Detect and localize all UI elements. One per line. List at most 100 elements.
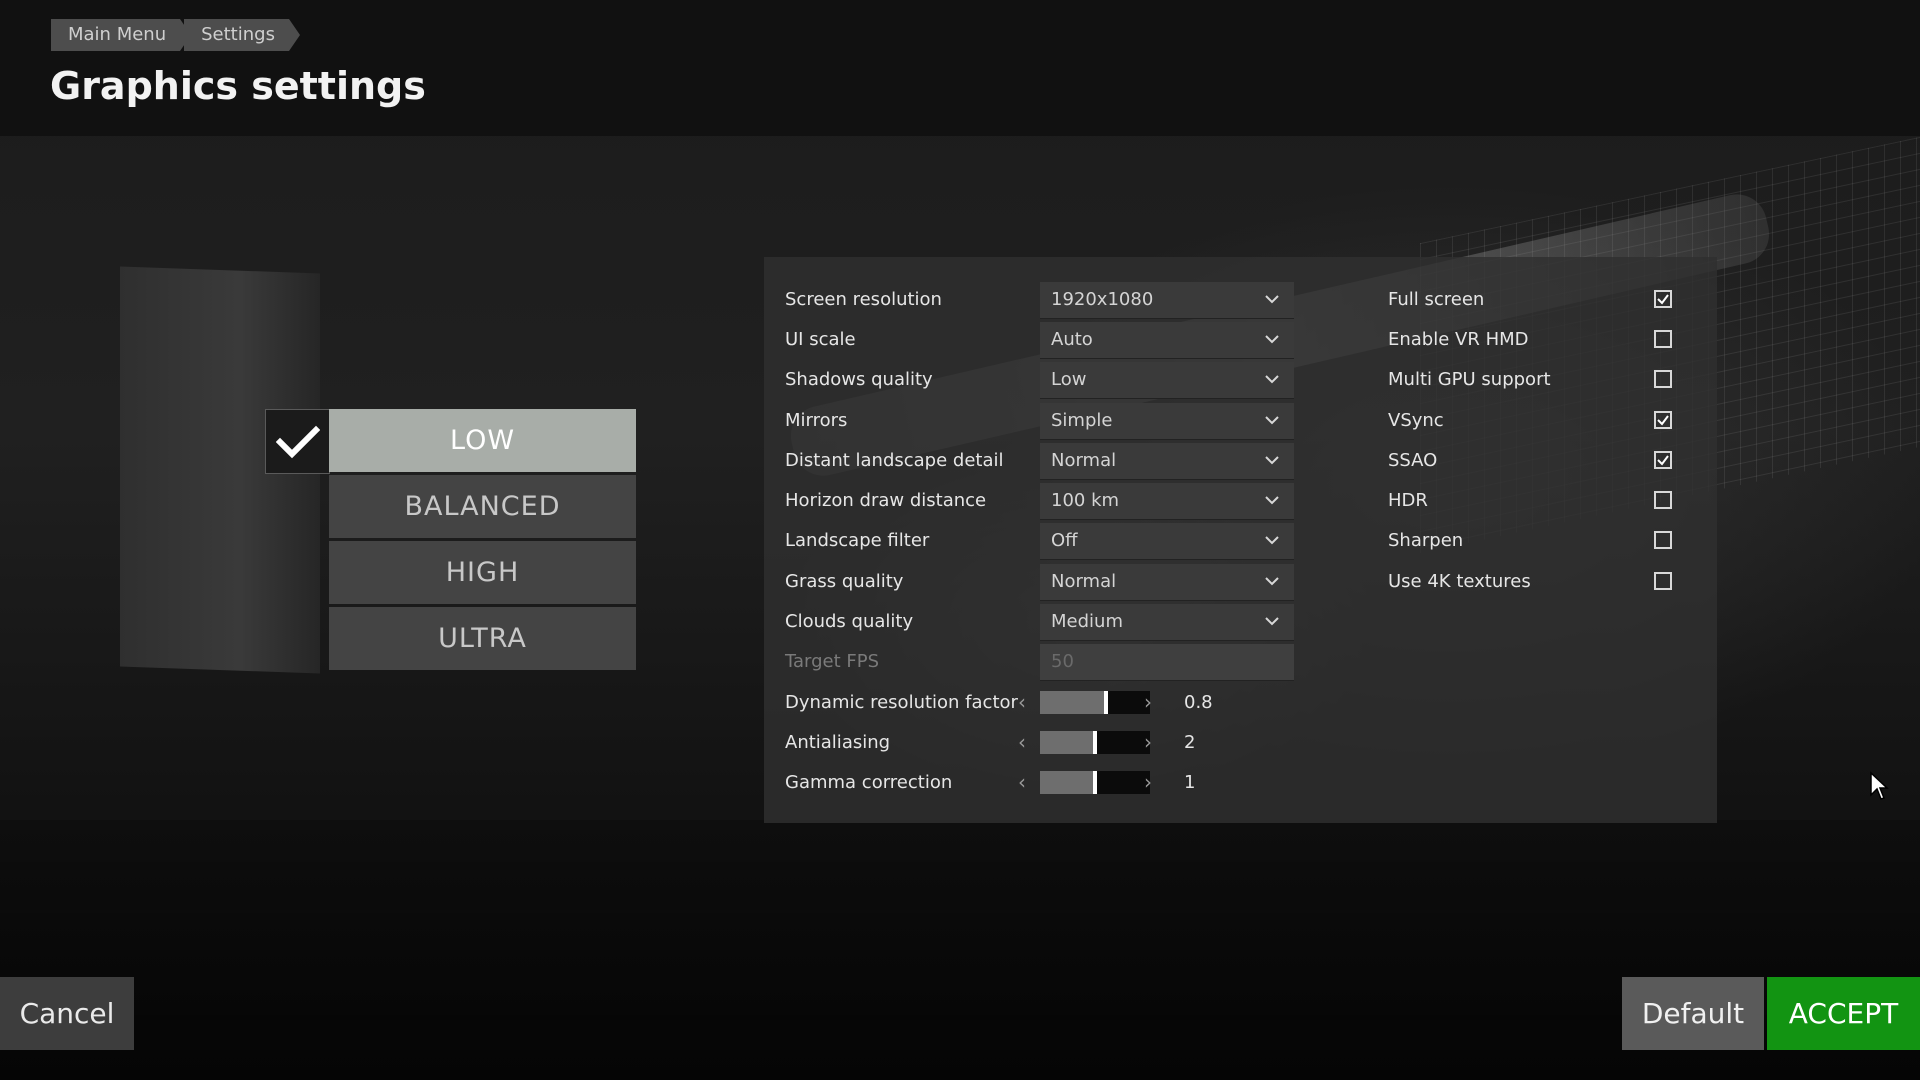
checkmark-icon — [1657, 415, 1669, 426]
preset-ultra-button[interactable]: ULTRA — [329, 607, 636, 670]
preset-selected-indicator — [265, 409, 330, 474]
setting-row-full-screen: Full screen — [1388, 282, 1698, 318]
chevron-right-icon[interactable]: › — [1144, 725, 1152, 759]
dropdown-value: 1920x1080 — [1051, 289, 1154, 310]
setting-label: Antialiasing — [785, 732, 891, 753]
clouds-quality-dropdown[interactable]: Medium — [1040, 604, 1294, 641]
slider-track[interactable] — [1040, 731, 1150, 754]
dropdown-value: Off — [1051, 530, 1078, 551]
chevron-down-icon — [1265, 617, 1279, 626]
chevron-down-icon — [1265, 456, 1279, 465]
chevron-down-icon — [1265, 577, 1279, 586]
setting-label: UI scale — [785, 329, 856, 350]
screen-resolution-dropdown[interactable]: 1920x1080 — [1040, 282, 1294, 319]
chevron-left-icon[interactable]: ‹ — [1018, 765, 1026, 799]
cancel-button[interactable]: Cancel — [0, 977, 134, 1050]
setting-row-sharpen: Sharpen — [1388, 523, 1698, 559]
checkmark-icon — [1657, 294, 1669, 305]
chevron-down-icon — [1265, 335, 1279, 344]
setting-label: Dynamic resolution factor — [785, 692, 1018, 713]
chevron-down-icon — [1265, 416, 1279, 425]
dropdown-value: Auto — [1051, 329, 1093, 350]
setting-row-shadows-quality: Shadows quality Low — [785, 362, 1294, 399]
checkbox-label: VSync — [1388, 410, 1444, 431]
hdr-checkbox[interactable] — [1654, 491, 1672, 509]
landscape-filter-dropdown[interactable]: Off — [1040, 523, 1294, 560]
setting-label: Clouds quality — [785, 611, 914, 632]
dropdown-value: Simple — [1051, 410, 1113, 431]
multi-gpu-support-checkbox[interactable] — [1654, 370, 1672, 388]
setting-row-enable-vr-hmd: Enable VR HMD — [1388, 322, 1698, 358]
slider-fill — [1040, 771, 1095, 794]
shadows-quality-dropdown[interactable]: Low — [1040, 362, 1294, 399]
chevron-right-icon[interactable]: › — [1144, 685, 1152, 719]
page-title: Graphics settings — [50, 64, 426, 108]
slider-value: 1 — [1184, 772, 1196, 793]
checkbox-label: Multi GPU support — [1388, 369, 1551, 390]
slider-thumb[interactable] — [1093, 731, 1097, 754]
setting-label: Target FPS — [785, 651, 880, 672]
setting-row-dynamic-resolution-factor: Dynamic resolution factor ‹ › 0.8 — [785, 685, 1285, 721]
setting-row-target-fps: Target FPS 50 — [785, 644, 1294, 681]
distant-landscape-detail-dropdown[interactable]: Normal — [1040, 443, 1294, 480]
enable-vr-hmd-checkbox[interactable] — [1654, 330, 1672, 348]
slider-value: 2 — [1184, 732, 1196, 753]
setting-row-use-4k-textures: Use 4K textures — [1388, 564, 1698, 600]
chevron-left-icon[interactable]: ‹ — [1018, 725, 1026, 759]
dynamic-resolution-factor-slider: ‹ › 0.8 — [1018, 685, 1258, 721]
ssao-checkbox[interactable] — [1654, 451, 1672, 469]
game-settings-screen: Main Menu Settings Graphics settings LOW… — [0, 0, 1920, 1080]
setting-row-distant-landscape-detail: Distant landscape detail Normal — [785, 443, 1294, 480]
chevron-left-icon[interactable]: ‹ — [1018, 685, 1026, 719]
setting-label: Horizon draw distance — [785, 490, 987, 511]
checkmark-icon — [275, 425, 320, 458]
accept-button[interactable]: ACCEPT — [1767, 977, 1920, 1050]
default-button[interactable]: Default — [1622, 977, 1764, 1050]
vsync-checkbox[interactable] — [1654, 411, 1672, 429]
setting-row-ui-scale: UI scale Auto — [785, 322, 1294, 359]
preset-balanced-button[interactable]: BALANCED — [329, 475, 636, 538]
slider-track[interactable] — [1040, 691, 1150, 714]
slider-value: 0.8 — [1184, 692, 1213, 713]
horizon-draw-distance-dropdown[interactable]: 100 km — [1040, 483, 1294, 520]
setting-label: Gamma correction — [785, 772, 953, 793]
setting-label: Mirrors — [785, 410, 848, 431]
slider-thumb[interactable] — [1104, 691, 1108, 714]
breadcrumb-main-menu[interactable]: Main Menu — [51, 19, 192, 51]
grass-quality-dropdown[interactable]: Normal — [1040, 564, 1294, 601]
mirrors-dropdown[interactable]: Simple — [1040, 403, 1294, 440]
setting-row-grass-quality: Grass quality Normal — [785, 564, 1294, 601]
setting-row-hdr: HDR — [1388, 483, 1698, 519]
dropdown-value: Normal — [1051, 450, 1117, 471]
slider-fill — [1040, 731, 1095, 754]
gamma-correction-slider: ‹ › 1 — [1018, 765, 1258, 801]
checkbox-label: HDR — [1388, 490, 1428, 511]
slider-track[interactable] — [1040, 771, 1150, 794]
chevron-right-icon[interactable]: › — [1144, 765, 1152, 799]
sharpen-checkbox[interactable] — [1654, 531, 1672, 549]
setting-row-multi-gpu-support: Multi GPU support — [1388, 362, 1698, 398]
setting-label: Grass quality — [785, 571, 904, 592]
setting-row-mirrors: Mirrors Simple — [785, 403, 1294, 440]
setting-row-gamma-correction: Gamma correction ‹ › 1 — [785, 765, 1285, 801]
chevron-down-icon — [1265, 295, 1279, 304]
ui-scale-dropdown[interactable]: Auto — [1040, 322, 1294, 359]
checkmark-icon — [1657, 455, 1669, 466]
setting-row-vsync: VSync — [1388, 403, 1698, 439]
dropdown-value: Low — [1051, 369, 1087, 390]
settings-panel: Screen resolution 1920x1080 UI scale Aut… — [764, 257, 1717, 823]
full-screen-checkbox[interactable] — [1654, 290, 1672, 308]
header-bar: Main Menu Settings Graphics settings — [0, 0, 1920, 136]
setting-label: Shadows quality — [785, 369, 933, 390]
preset-low-button[interactable]: LOW — [329, 409, 636, 472]
mouse-cursor-icon — [1870, 771, 1889, 800]
slider-fill — [1040, 691, 1106, 714]
checkbox-label: SSAO — [1388, 450, 1438, 471]
setting-label: Landscape filter — [785, 530, 930, 551]
use-4k-textures-checkbox[interactable] — [1654, 572, 1672, 590]
preset-high-button[interactable]: HIGH — [329, 541, 636, 604]
breadcrumb-settings[interactable]: Settings — [184, 19, 300, 51]
dropdown-value: 50 — [1051, 651, 1074, 672]
slider-thumb[interactable] — [1093, 771, 1097, 794]
chevron-down-icon — [1265, 375, 1279, 384]
